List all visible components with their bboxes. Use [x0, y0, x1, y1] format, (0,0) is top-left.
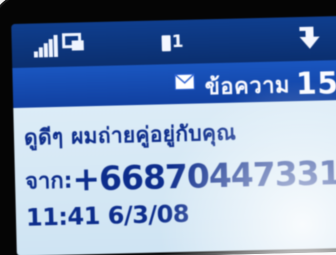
signal-strength-icon	[33, 34, 59, 58]
sim-slot-number: 1	[171, 31, 184, 53]
status-bar: 1	[11, 16, 336, 69]
phone-photo: 1 ข้อความ 15 ดูดีๆ ผมถ่ายคู่อยู่กับคุณ จา…	[0, 0, 336, 255]
phone-screen: 1 ข้อความ 15 ดูดีๆ ผมถ่ายคู่อยู่กับคุณ จา…	[11, 16, 336, 255]
envelope-icon	[174, 73, 195, 91]
header-title: ข้อความ 15	[204, 64, 336, 104]
from-label: จาก:	[24, 168, 73, 195]
sim-card-icon: 1	[161, 32, 184, 55]
sender-number: +66870447331	[71, 153, 336, 199]
sender-line: จาก:+66870447331	[24, 150, 336, 199]
header-title-text: ข้อความ	[204, 73, 291, 101]
message-index: 15	[295, 66, 336, 103]
message-text: ดูดีๆ ผมถ่ายคู่อยู่กับคุณ	[23, 120, 237, 150]
message-body: ดูดีๆ ผมถ่ายคู่อยู่กับคุณ จาก:+668704473…	[13, 99, 336, 255]
timestamp-line: 11:41 6/3/08	[26, 200, 190, 232]
network-icon	[61, 32, 84, 51]
message-date: 6/3/08	[107, 199, 190, 230]
message-time: 11:41	[25, 201, 101, 232]
arrow-icon	[299, 26, 320, 49]
